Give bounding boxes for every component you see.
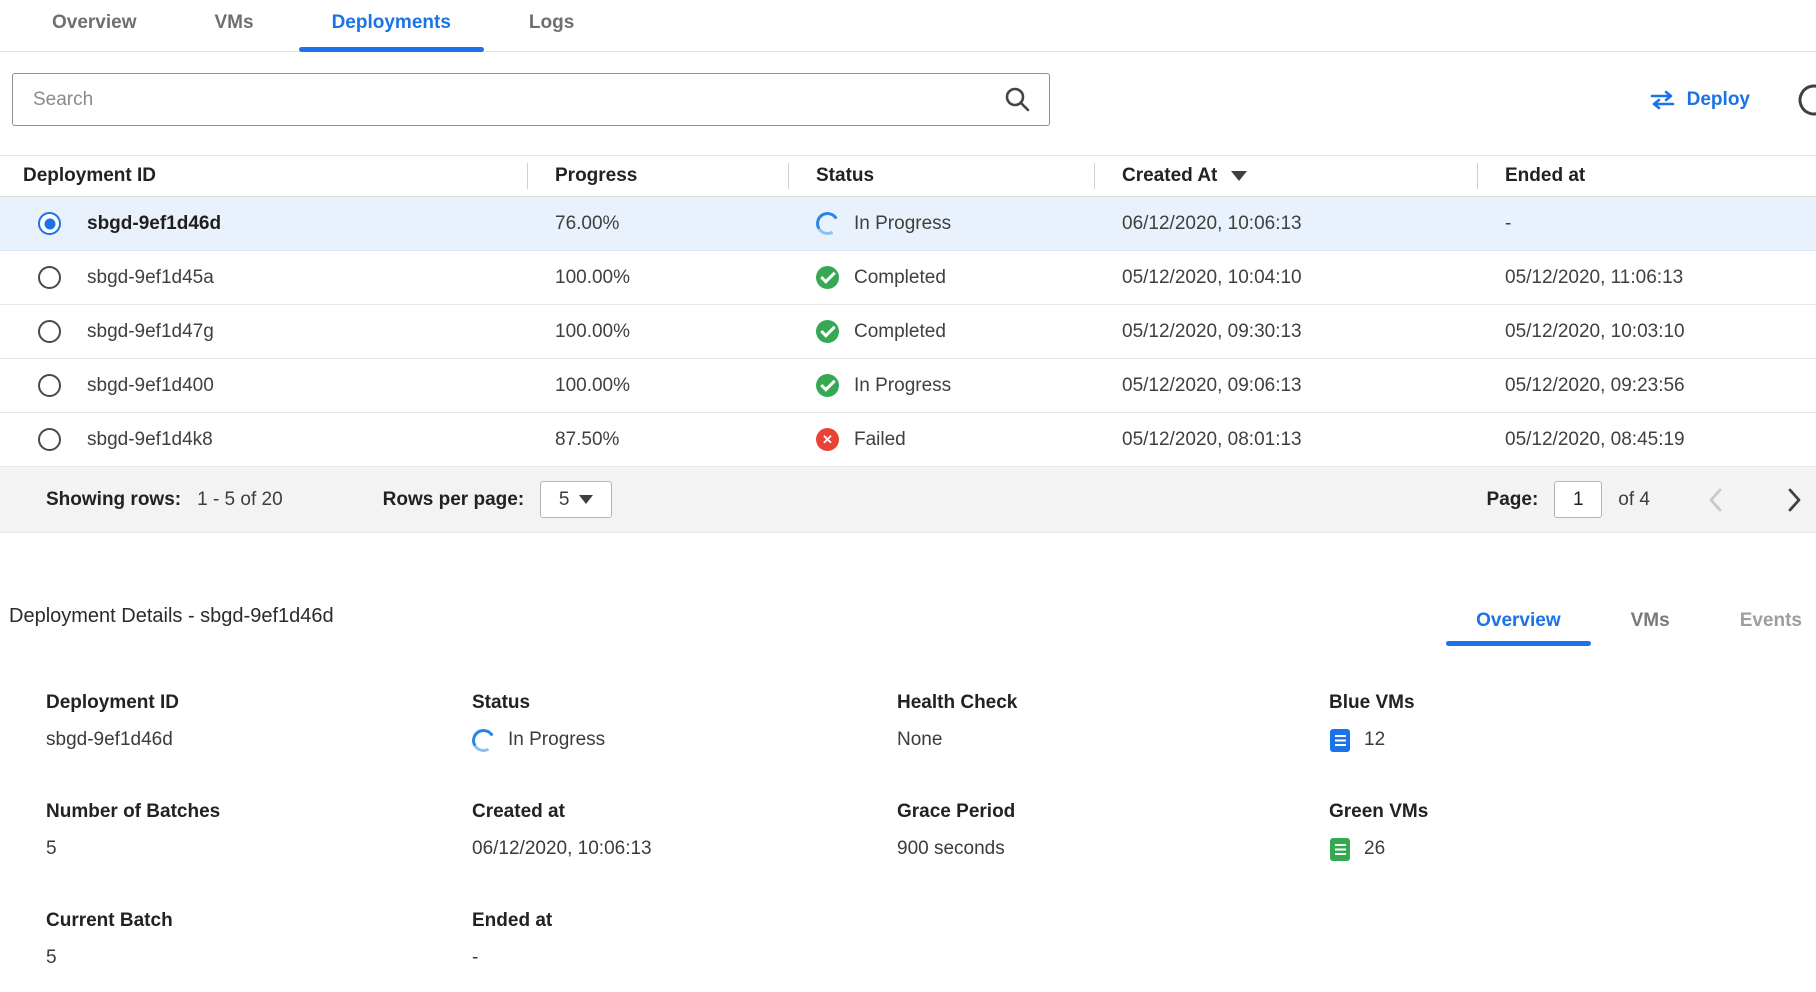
progress-value: 100.00% — [527, 375, 788, 397]
field-health-check: Health Check None — [897, 692, 1329, 753]
field-status: Status In Progress — [472, 692, 897, 753]
field-number-of-batches: Number of Batches 5 — [46, 801, 472, 862]
rows-per-page-label: Rows per page: — [383, 489, 524, 511]
refresh-icon[interactable] — [1794, 80, 1816, 120]
showing-rows-value: 1 - 5 of 20 — [197, 489, 283, 511]
table-row[interactable]: sbgd-9ef1d400 100.00% In Progress 05/12/… — [0, 359, 1816, 413]
page-count: of 4 — [1618, 489, 1650, 511]
tab-deployments[interactable]: Deployments — [332, 12, 451, 51]
column-header-deployment-id: Deployment ID — [0, 165, 527, 187]
created-at-value: 05/12/2020, 08:01:13 — [1094, 429, 1477, 451]
radio-button[interactable] — [38, 374, 61, 397]
rows-per-page-select[interactable]: 5 — [540, 481, 612, 518]
radio-button[interactable] — [38, 320, 61, 343]
radio-button[interactable] — [38, 428, 61, 451]
deployment-id: sbgd-9ef1d45a — [87, 267, 214, 289]
table-row[interactable]: sbgd-9ef1d45a 100.00% Completed 05/12/20… — [0, 251, 1816, 305]
vm-blue-icon — [1329, 728, 1351, 753]
progress-value: 100.00% — [527, 321, 788, 343]
tab-overview[interactable]: Overview — [52, 12, 137, 51]
sort-desc-icon — [1231, 171, 1247, 181]
field-current-batch: Current Batch 5 — [46, 910, 472, 971]
completed-icon — [816, 266, 839, 289]
column-header-status: Status — [788, 165, 1094, 187]
search-icon — [1004, 86, 1031, 113]
deployment-id: sbgd-9ef1d4k8 — [87, 429, 213, 451]
in-progress-icon — [469, 726, 497, 754]
tab-logs[interactable]: Logs — [529, 12, 574, 51]
status-label: Completed — [854, 267, 946, 289]
chevron-right-icon[interactable] — [1788, 488, 1802, 512]
ended-at-value: 05/12/2020, 08:45:19 — [1477, 429, 1816, 451]
field-created-at: Created at 06/12/2020, 10:06:13 — [472, 801, 897, 862]
in-progress-icon — [813, 209, 841, 237]
field-grace-period: Grace Period 900 seconds — [897, 801, 1329, 862]
field-blue-vms: Blue VMs 12 — [1329, 692, 1816, 753]
status-label: Completed — [854, 321, 946, 343]
table-footer: Showing rows: 1 - 5 of 20 Rows per page:… — [0, 467, 1816, 533]
pager: Page: of 4 — [1487, 481, 1802, 518]
field-deployment-id: Deployment ID sbgd-9ef1d46d — [46, 692, 472, 753]
page-label: Page: — [1487, 489, 1539, 511]
chevron-left-icon[interactable] — [1708, 488, 1722, 512]
deployment-id: sbgd-9ef1d400 — [87, 375, 214, 397]
created-at-value: 05/12/2020, 09:30:13 — [1094, 321, 1477, 343]
radio-button[interactable] — [38, 212, 61, 235]
table-row[interactable]: sbgd-9ef1d47g 100.00% Completed 05/12/20… — [0, 305, 1816, 359]
page-input[interactable] — [1554, 481, 1602, 518]
deployments-table: Deployment ID Progress Status Created At… — [0, 155, 1816, 533]
deployment-details-section: Deployment Details - sbgd-9ef1d46d Overv… — [0, 605, 1816, 971]
details-tab-overview[interactable]: Overview — [1476, 610, 1561, 646]
table-header-row: Deployment ID Progress Status Created At… — [0, 155, 1816, 197]
completed-icon — [816, 374, 839, 397]
swap-arrows-icon — [1649, 90, 1676, 110]
ended-at-value: 05/12/2020, 10:03:10 — [1477, 321, 1816, 343]
top-tab-bar: Overview VMs Deployments Logs — [0, 0, 1816, 52]
ended-at-value: 05/12/2020, 09:23:56 — [1477, 375, 1816, 397]
field-green-vms: Green VMs 26 — [1329, 801, 1816, 862]
deploy-button[interactable]: Deploy — [1649, 89, 1750, 111]
column-header-progress: Progress — [527, 165, 788, 187]
deployment-id: sbgd-9ef1d46d — [87, 213, 221, 235]
details-title: Deployment Details - sbgd-9ef1d46d — [9, 605, 334, 646]
table-row[interactable]: sbgd-9ef1d4k8 87.50% Failed 05/12/2020, … — [0, 413, 1816, 467]
tab-vms[interactable]: VMs — [215, 12, 254, 51]
search-input[interactable] — [13, 89, 1004, 111]
deploy-label: Deploy — [1687, 89, 1750, 111]
showing-rows-label: Showing rows: — [46, 489, 181, 511]
column-header-ended-at: Ended at — [1477, 165, 1816, 187]
status-label: In Progress — [854, 375, 951, 397]
failed-icon — [816, 428, 839, 451]
toolbar: Deploy — [0, 52, 1816, 126]
search-box[interactable] — [12, 73, 1050, 126]
details-tab-events[interactable]: Events — [1740, 610, 1802, 646]
field-ended-at: Ended at - — [472, 910, 897, 971]
completed-icon — [816, 320, 839, 343]
details-tab-vms[interactable]: VMs — [1631, 610, 1670, 646]
status-label: Failed — [854, 429, 906, 451]
status-label: In Progress — [854, 213, 951, 235]
created-at-value: 06/12/2020, 10:06:13 — [1094, 213, 1477, 235]
radio-button[interactable] — [38, 266, 61, 289]
details-tab-bar: Overview VMs Events — [1476, 610, 1802, 646]
chevron-down-icon — [579, 495, 593, 504]
deployment-id: sbgd-9ef1d47g — [87, 321, 214, 343]
ended-at-value: 05/12/2020, 11:06:13 — [1477, 267, 1816, 289]
details-grid: Deployment ID sbgd-9ef1d46d Status In Pr… — [46, 692, 1816, 971]
created-at-value: 05/12/2020, 09:06:13 — [1094, 375, 1477, 397]
progress-value: 100.00% — [527, 267, 788, 289]
vm-green-icon — [1329, 837, 1351, 862]
table-row[interactable]: sbgd-9ef1d46d 76.00% In Progress 06/12/2… — [0, 197, 1816, 251]
progress-value: 76.00% — [527, 213, 788, 235]
progress-value: 87.50% — [527, 429, 788, 451]
ended-at-value: - — [1477, 213, 1816, 235]
column-header-created-at[interactable]: Created At — [1094, 165, 1477, 187]
created-at-value: 05/12/2020, 10:04:10 — [1094, 267, 1477, 289]
